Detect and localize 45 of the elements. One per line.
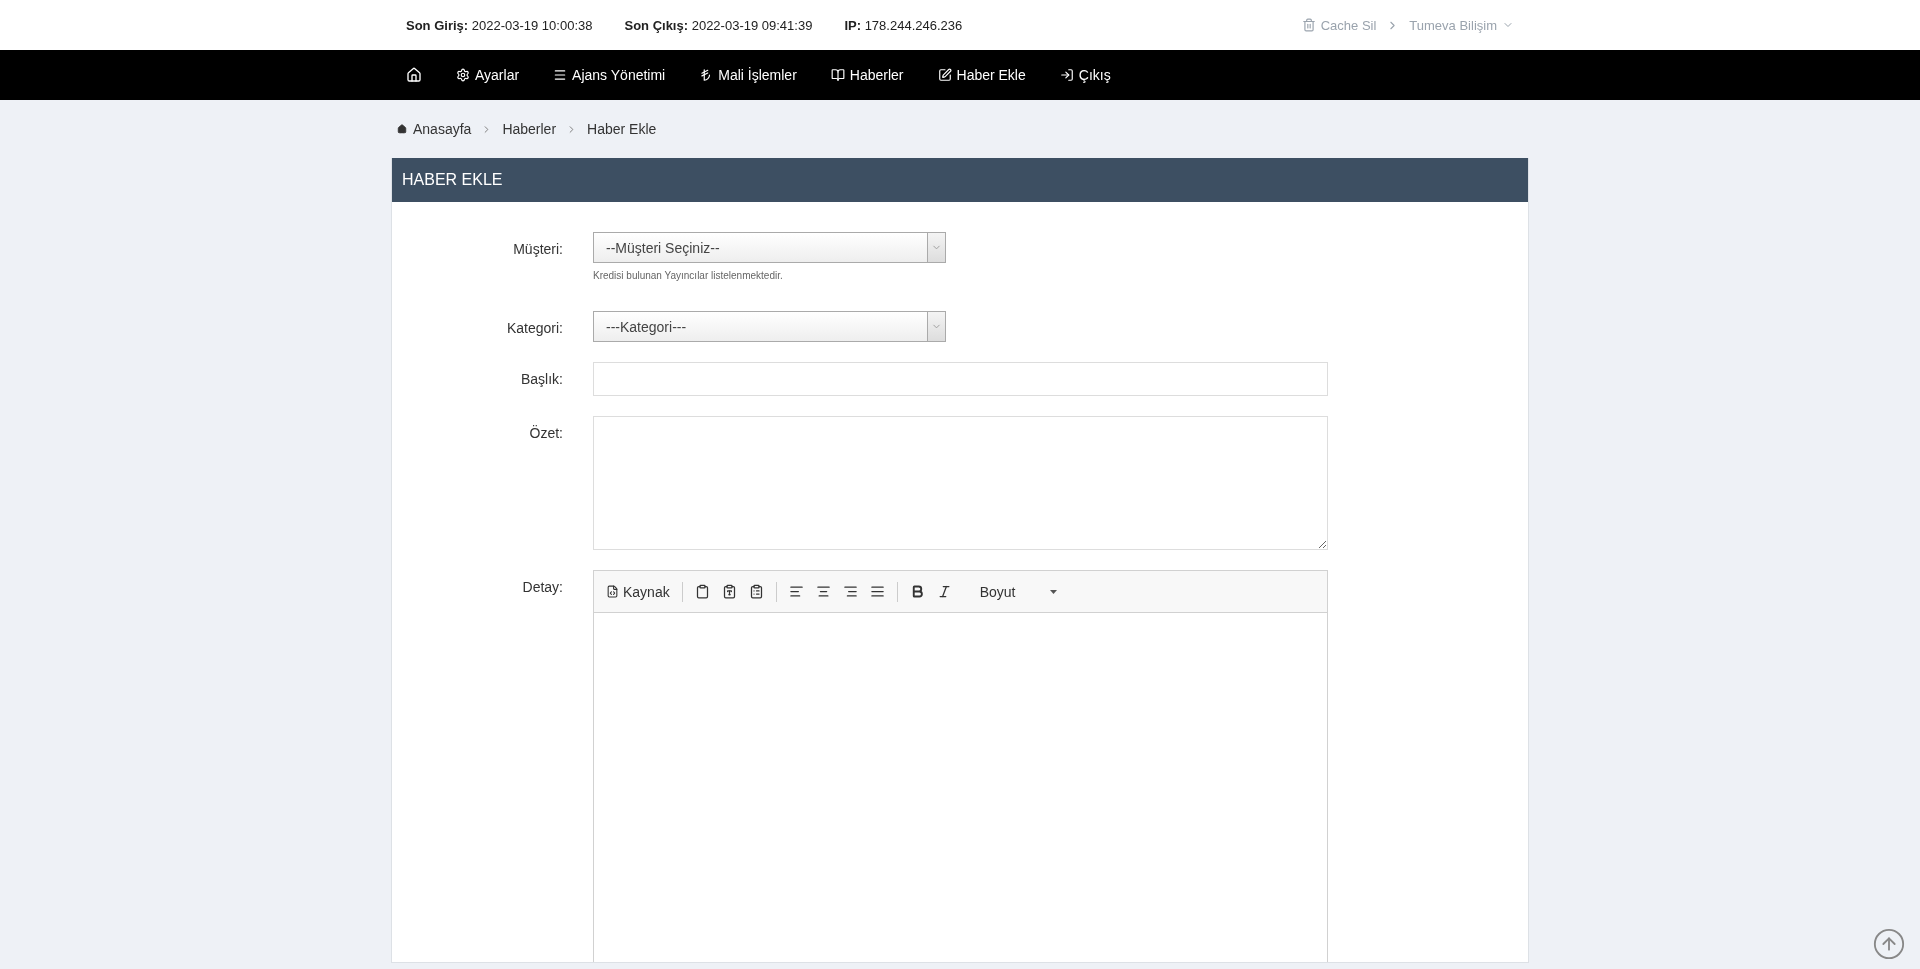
size-dropdown[interactable]: Boyut [979, 583, 1057, 600]
session-info: Son Çıkış: 2022-03-19 09:41:39 [624, 17, 813, 33]
gear-icon [456, 68, 470, 82]
field-label: Özet: [528, 424, 563, 443]
home-icon[interactable] [406, 67, 422, 83]
align-left-icon[interactable] [788, 584, 804, 599]
nav-link[interactable]: Ayarlar [456, 67, 520, 83]
breadcrumb-link[interactable]: Haber Ekle [587, 121, 657, 137]
paste-text-icon[interactable] [721, 584, 737, 599]
code-file-icon [606, 585, 619, 598]
rich-text-editor[interactable]: Kaynak Boyut [593, 570, 1328, 962]
align-center-icon[interactable] [815, 584, 831, 599]
home-icon [397, 124, 407, 134]
nav-link[interactable]: Çıkış [1059, 67, 1111, 83]
select-field[interactable]: --Müşteri Seçiniz-- [593, 232, 946, 263]
italic-icon[interactable] [936, 584, 952, 599]
source-button[interactable]: Kaynak [606, 583, 670, 600]
panel-title: HABER EKLE [392, 158, 1528, 202]
book-icon [830, 68, 845, 82]
field-label: Detay: [521, 578, 563, 597]
help-text: Kredisi bulunan Yayıncılar listelenmektedir. [593, 270, 784, 281]
align-right-icon[interactable] [842, 584, 858, 599]
field-label: Kategori: [505, 319, 563, 338]
field-label: Başlık: [520, 370, 563, 389]
caret-icon [1049, 589, 1057, 594]
trash-icon [1301, 18, 1316, 32]
align-justify-icon[interactable] [869, 584, 885, 599]
paste-icon[interactable] [694, 584, 710, 599]
nav-link[interactable]: Haberler [830, 67, 904, 83]
nav-link[interactable]: Mali İşlemler [699, 67, 797, 83]
field-label: Müşteri: [512, 240, 563, 259]
textarea-field[interactable] [593, 416, 1328, 550]
breadcrumb-link[interactable]: Anasayfa [397, 121, 472, 137]
edit-icon [937, 68, 952, 82]
menu-icon [553, 68, 568, 82]
paste-word-icon[interactable] [748, 584, 764, 599]
nav-link[interactable]: Ajans Yönetimi [553, 67, 666, 83]
select-field[interactable]: ---Kategori--- [593, 311, 946, 342]
nav-link[interactable]: Haber Ekle [937, 67, 1026, 83]
session-info: Son Giriş: 2022-03-19 10:00:38 [406, 17, 593, 33]
breadcrumb-link[interactable]: Haberler [502, 121, 557, 137]
scroll-to-top-button[interactable] [1872, 927, 1906, 961]
input-field[interactable] [593, 362, 1328, 396]
exit-icon [1059, 68, 1074, 82]
session-info: IP: 178.244.246.236 [844, 17, 963, 33]
